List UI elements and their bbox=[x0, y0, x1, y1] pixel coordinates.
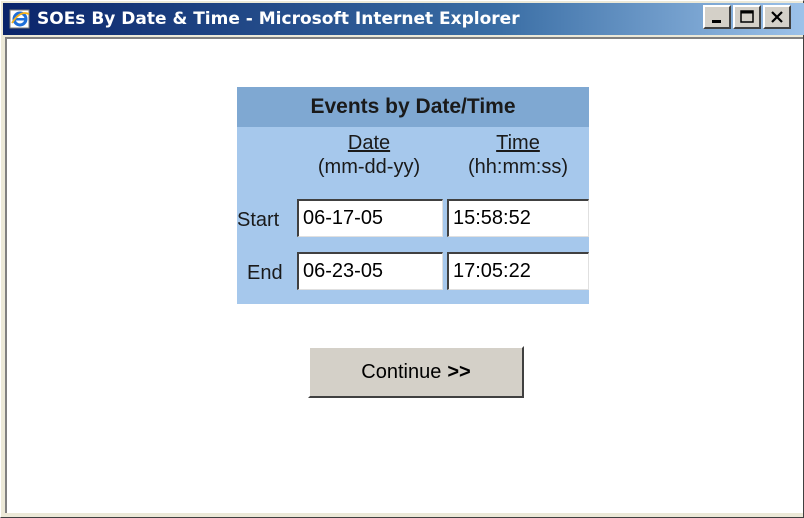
continue-button[interactable]: Continue >> bbox=[308, 346, 524, 398]
start-time-input[interactable] bbox=[447, 199, 589, 237]
page-content: Events by Date/Time Date (mm-dd-yy) Time… bbox=[5, 37, 803, 513]
browser-window: SOEs By Date & Time - Microsoft Internet… bbox=[0, 0, 804, 518]
window-controls bbox=[703, 5, 793, 29]
internet-explorer-icon bbox=[9, 8, 31, 30]
close-button[interactable] bbox=[763, 5, 791, 29]
form-header: Events by Date/Time bbox=[237, 87, 589, 127]
time-label: Time bbox=[496, 132, 540, 154]
date-format-label: (mm-dd-yy) bbox=[317, 156, 421, 178]
minimize-button[interactable] bbox=[703, 5, 731, 29]
end-date-input[interactable] bbox=[297, 252, 443, 290]
maximize-button[interactable] bbox=[733, 5, 761, 29]
time-column-header: Time (hh:mm:ss) bbox=[445, 131, 591, 179]
date-time-form: Events by Date/Time Date (mm-dd-yy) Time… bbox=[237, 87, 589, 304]
title-bar[interactable]: SOEs By Date & Time - Microsoft Internet… bbox=[3, 3, 804, 35]
continue-label: Continue bbox=[361, 360, 442, 383]
end-label: End bbox=[247, 262, 283, 284]
start-date-input[interactable] bbox=[297, 199, 443, 237]
date-column-header: Date (mm-dd-yy) bbox=[297, 131, 441, 179]
double-chevron-right-icon: >> bbox=[447, 360, 471, 383]
start-label: Start bbox=[237, 209, 280, 231]
maximize-icon bbox=[740, 10, 754, 23]
end-time-input[interactable] bbox=[447, 252, 589, 290]
form-title: Events by Date/Time bbox=[310, 95, 516, 118]
date-label: Date bbox=[347, 132, 391, 154]
window-title: SOEs By Date & Time - Microsoft Internet… bbox=[37, 9, 520, 29]
close-icon bbox=[771, 11, 783, 23]
minimize-icon bbox=[712, 20, 721, 23]
time-format-label: (hh:mm:ss) bbox=[468, 156, 568, 178]
